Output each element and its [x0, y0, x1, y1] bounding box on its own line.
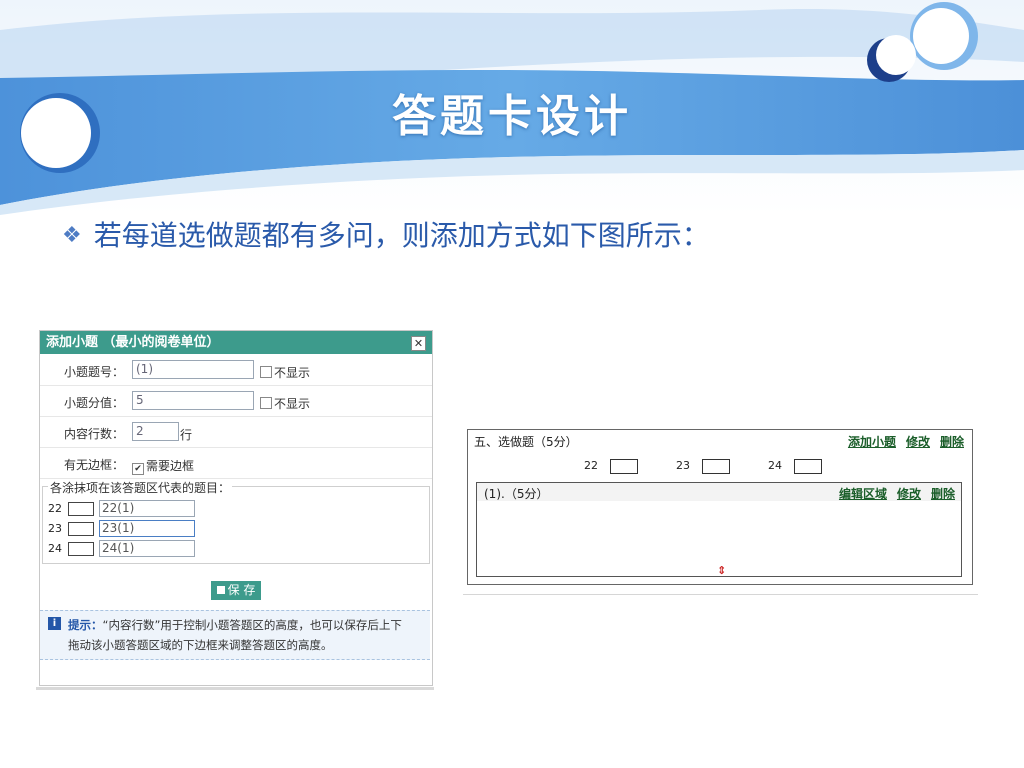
preview-title: 五、选做题（5分）	[474, 435, 578, 449]
mapping-num: 24	[48, 542, 62, 555]
number-row: 小题题号： (1) 不显示	[40, 355, 432, 386]
border-option-label: 需要边框	[146, 459, 195, 473]
subquestion-links: 编辑区域 修改 删除	[829, 485, 955, 502]
score-label: 小题分值：	[63, 396, 124, 410]
tip-prefix: 提示：	[68, 618, 103, 632]
choice-num: 22	[584, 459, 598, 472]
bullet-text-line: ❖ 若每道选做题都有多问，则添加方式如下图所示：	[62, 214, 710, 254]
lines-label: 内容行数：	[63, 427, 124, 441]
info-icon: i	[48, 617, 61, 630]
close-icon[interactable]: ✕	[411, 336, 426, 351]
tip-line-1: 提示：“内容行数”用于控制小题答题区的高度，也可以保存后上下	[68, 617, 402, 633]
delete-link[interactable]: 删除	[940, 435, 964, 449]
edit-link[interactable]: 修改	[906, 435, 930, 449]
dialog-header: 添加小题 （最小的阅卷单位） ✕	[40, 331, 432, 354]
slide-title: 答题卡设计	[392, 91, 632, 142]
mapping-legend: 各涂抹项在该答题区代表的题目：	[48, 479, 233, 496]
mapping-input[interactable]: 24(1)	[99, 540, 195, 557]
tip-line-2: 拖动该小题答题区域的下边框来调整答题区的高度。	[68, 638, 333, 652]
resize-handle-icon[interactable]: ⇕	[717, 565, 726, 576]
add-subquestion-dialog: 添加小题 （最小的阅卷单位） ✕ 小题题号： (1) 不显示 小题分值： 5 不…	[39, 330, 433, 686]
subquestion-title: (1).（5分）	[484, 487, 549, 501]
subquestion-area: (1).（5分） 编辑区域 修改 删除 ⇕	[476, 482, 962, 577]
choice-bubble[interactable]	[702, 459, 730, 474]
score-row: 小题分值： 5 不显示	[40, 386, 432, 417]
mapping-input[interactable]: 22(1)	[99, 500, 195, 517]
score-hide-label: 不显示	[274, 397, 311, 411]
mapping-bubble	[68, 542, 94, 556]
number-input[interactable]: (1)	[132, 360, 254, 379]
lines-suffix: 行	[180, 428, 193, 442]
choice-num: 23	[676, 459, 690, 472]
answer-card-preview: 五、选做题（5分） 添加小题 修改 删除 22 23 24 (1).（5分） 编辑区…	[467, 429, 973, 585]
choice-num: 24	[768, 459, 782, 472]
save-icon	[216, 586, 225, 594]
border-label: 有无边框：	[63, 458, 124, 472]
save-button[interactable]: 保 存	[211, 581, 261, 600]
dialog-shadow	[36, 687, 434, 690]
choice-bubble[interactable]	[610, 459, 638, 474]
lines-input[interactable]: 2	[132, 422, 179, 441]
add-subquestion-link[interactable]: 添加小题	[848, 435, 896, 449]
score-hide-option[interactable]: 不显示	[260, 395, 310, 412]
mapping-num: 22	[48, 502, 62, 515]
mapping-bubble	[68, 522, 94, 536]
subquestion-edit-link[interactable]: 修改	[897, 487, 921, 501]
bullet-text: 若每道选做题都有多问，则添加方式如下图所示：	[93, 219, 710, 252]
preview-divider	[463, 594, 978, 595]
mapping-fieldset: 各涂抹项在该答题区代表的题目： 22 22(1) 23 23(1) 24 24(…	[42, 479, 430, 564]
subquestion-header: (1).（5分） 编辑区域 修改 删除	[477, 483, 961, 501]
dialog-title: 添加小题 （最小的阅卷单位）	[46, 335, 220, 350]
border-checkbox[interactable]: ✔	[132, 463, 144, 475]
border-option[interactable]: ✔ 需要边框	[132, 457, 194, 475]
mapping-bubble	[68, 502, 94, 516]
edit-area-link[interactable]: 编辑区域	[839, 487, 887, 501]
subquestion-delete-link[interactable]: 删除	[931, 487, 955, 501]
preview-links: 添加小题 修改 删除	[838, 433, 964, 450]
score-hide-checkbox[interactable]	[260, 397, 272, 409]
mapping-num: 23	[48, 522, 62, 535]
tip-text-1: “内容行数”用于控制小题答题区的高度，也可以保存后上下	[102, 618, 402, 632]
tip-box: i 提示：“内容行数”用于控制小题答题区的高度，也可以保存后上下 拖动该小题答题…	[40, 610, 430, 660]
diamond-bullet-icon: ❖	[62, 223, 82, 248]
number-hide-label: 不显示	[274, 366, 311, 380]
lines-row: 内容行数： 2 行	[40, 417, 432, 448]
border-row: 有无边框： ✔ 需要边框	[40, 448, 432, 479]
choice-bubble[interactable]	[794, 459, 822, 474]
number-label: 小题题号：	[63, 365, 124, 379]
score-input[interactable]: 5	[132, 391, 254, 410]
number-hide-option[interactable]: 不显示	[260, 364, 310, 381]
number-hide-checkbox[interactable]	[260, 366, 272, 378]
mapping-input[interactable]: 23(1)	[99, 520, 195, 537]
save-label: 保 存	[227, 583, 256, 597]
